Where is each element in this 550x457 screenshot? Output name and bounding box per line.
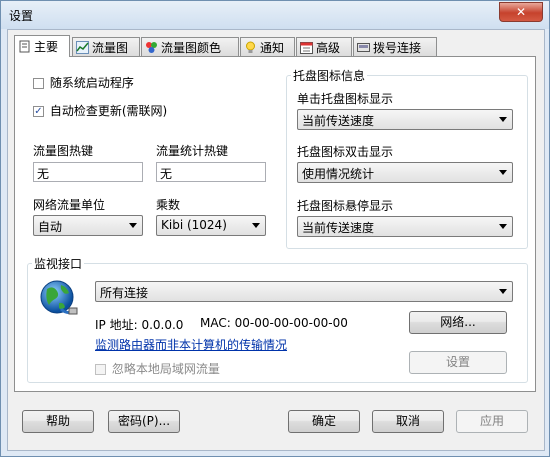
tab-advanced[interactable]: 高级 (296, 37, 352, 56)
graph-hotkey-label: 流量图热键 (33, 144, 94, 158)
window-title: 设置 (9, 9, 34, 23)
tray-hover-select[interactable]: 当前传送速度 (297, 216, 513, 237)
apply-button[interactable]: 应用 (456, 410, 528, 433)
autostart-label: 随系统启动程序 (49, 76, 134, 90)
tab-main[interactable]: 主要 (14, 35, 70, 57)
tray-dblclick-select[interactable]: 使用情况统计 (297, 162, 513, 183)
password-button[interactable]: 密码(P)... (108, 410, 180, 433)
chevron-down-icon (499, 170, 507, 175)
calendar-icon (300, 41, 313, 54)
title-bar[interactable]: 设置 ✕ (1, 1, 549, 29)
tab-label: 流量图颜色 (161, 40, 222, 55)
tab-graph-colors[interactable]: 流量图颜色 (141, 37, 239, 56)
dialog-client: 主要 流量图 流量图颜色 通知 高级 拨号连接 随系统启动程序 ✓ 自动检查更新… (7, 29, 545, 451)
tab-panel-main: 随系统启动程序 ✓ 自动检查更新(需联网) 流量图热键 无 流量统计热键 无 网… (14, 56, 536, 392)
tab-label: 主要 (34, 40, 59, 54)
mac-address: MAC: 00-00-00-00-00-00 (200, 316, 348, 330)
ignore-lan-row[interactable]: 忽略本地局域网流量 (95, 360, 220, 377)
chevron-down-icon (499, 289, 507, 294)
unit-label: 网络流量单位 (33, 198, 106, 212)
unit-select[interactable]: 自动 (33, 215, 143, 236)
autostart-checkbox[interactable] (33, 78, 44, 89)
dialup-icon (357, 41, 370, 54)
tray-click-value: 当前传送速度 (302, 114, 375, 128)
multiplier-label: 乘数 (156, 198, 181, 212)
unit-value: 自动 (38, 220, 63, 234)
interface-value: 所有连接 (100, 286, 149, 300)
help-button[interactable]: 帮助 (22, 410, 94, 433)
tray-dblclick-value: 使用情况统计 (302, 167, 375, 181)
interface-settings-button[interactable]: 设置 (409, 351, 507, 374)
chart-icon (76, 40, 89, 54)
ignore-lan-checkbox[interactable] (95, 364, 106, 375)
bulb-icon (244, 41, 257, 54)
tab-graph[interactable]: 流量图 (72, 37, 140, 56)
autoupdate-row[interactable]: ✓ 自动检查更新(需联网) (33, 102, 167, 119)
tray-hover-value: 当前传送速度 (302, 221, 375, 235)
ip-address: IP 地址: 0.0.0.0 (95, 318, 184, 332)
chevron-down-icon (499, 117, 507, 122)
close-button[interactable]: ✕ (499, 2, 543, 22)
multiplier-select[interactable]: Kibi (1024) (156, 215, 266, 236)
tab-dialup[interactable]: 拨号连接 (353, 37, 437, 56)
ignore-lan-label: 忽略本地局域网流量 (111, 362, 220, 376)
monitor-group-title: 监视接口 (32, 255, 85, 272)
autostart-row[interactable]: 随系统启动程序 (33, 74, 134, 91)
chevron-down-icon (252, 223, 260, 228)
tray-click-select[interactable]: 当前传送速度 (297, 109, 513, 130)
autoupdate-checkbox[interactable]: ✓ (33, 106, 44, 117)
router-monitor-link[interactable]: 监测路由器而非本计算机的传输情况 (95, 336, 287, 353)
tab-label: 通知 (260, 40, 285, 55)
tab-label: 流量图 (92, 40, 129, 55)
stats-hotkey-input[interactable]: 无 (156, 162, 266, 182)
tray-group-title: 托盘图标信息 (291, 67, 368, 84)
network-button[interactable]: 网络... (409, 311, 507, 334)
chevron-down-icon (129, 223, 137, 228)
chevron-down-icon (499, 224, 507, 229)
autoupdate-label: 自动检查更新(需联网) (49, 104, 168, 118)
globe-icon (39, 279, 79, 326)
tray-dblclick-label: 托盘图标双击显示 (297, 145, 394, 159)
tab-notify[interactable]: 通知 (240, 37, 295, 56)
palette-icon (145, 41, 158, 54)
ok-button[interactable]: 确定 (288, 410, 360, 433)
multiplier-value: Kibi (1024) (161, 218, 227, 232)
settings-window: 设置 ✕ 主要 流量图 流量图颜色 通知 高级 拨号连接 随系统启动程序 ✓ 自… (0, 0, 550, 457)
tab-label: 拨号连接 (373, 40, 422, 55)
interface-select[interactable]: 所有连接 (95, 281, 513, 302)
graph-hotkey-input[interactable]: 无 (33, 162, 143, 182)
tray-hover-label: 托盘图标悬停显示 (297, 199, 394, 213)
tray-click-label: 单击托盘图标显示 (297, 92, 394, 106)
page-icon (18, 40, 31, 53)
cancel-button[interactable]: 取消 (372, 410, 444, 433)
stats-hotkey-label: 流量统计热键 (156, 144, 229, 158)
tab-label: 高级 (316, 40, 341, 55)
